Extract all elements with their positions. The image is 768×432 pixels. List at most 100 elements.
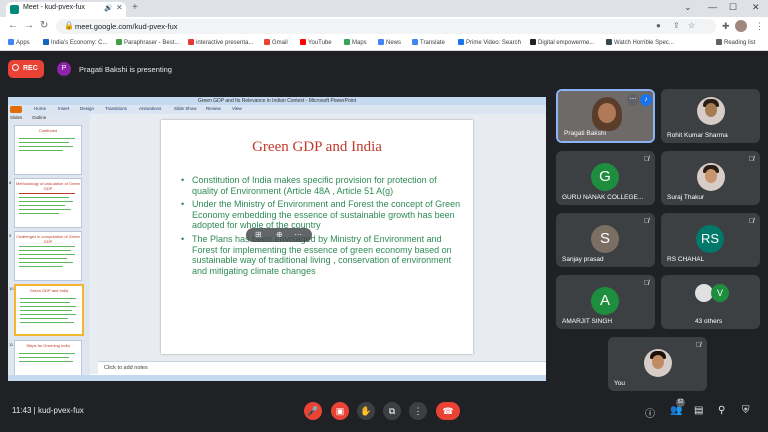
- pin-icon[interactable]: ⊞: [255, 230, 262, 239]
- panel-tab-outline: Outline: [32, 115, 47, 120]
- bookmark-news[interactable]: News: [378, 39, 401, 46]
- bookmark-item[interactable]: Digital empowerme...: [530, 39, 594, 46]
- meeting-details-icon[interactable]: ⓘ: [645, 405, 655, 420]
- participant-name: GURU NANAK COLLEGE...: [562, 194, 644, 201]
- slide-thumbnail-selected: Green GDP and India: [14, 284, 84, 336]
- prime-video-icon: [458, 39, 464, 45]
- bookmarks-bar: Apps India's Economy: C... Paraphraser -…: [0, 37, 768, 51]
- current-slide: Green GDP and India Constitution of Indi…: [161, 120, 473, 354]
- record-dot-icon: [12, 64, 19, 71]
- profile-avatar[interactable]: [735, 20, 747, 32]
- more-options-button[interactable]: ⋮: [409, 402, 427, 420]
- participant-tile-presenter[interactable]: ⋯ ♪ Pragati Bakshi: [556, 89, 655, 143]
- extensions-icon[interactable]: ✚: [722, 21, 730, 32]
- participant-photo: [697, 97, 725, 125]
- minimize-button[interactable]: —: [708, 2, 717, 12]
- self-name: You: [614, 380, 625, 387]
- maximize-button[interactable]: ☐: [729, 2, 737, 13]
- bookmark-favicon-icon: [43, 39, 49, 45]
- leave-call-button[interactable]: ☎: [436, 402, 460, 420]
- slide-thumbnail: Continued: [14, 125, 82, 175]
- bookmark-apps[interactable]: Apps: [8, 39, 30, 46]
- mic-toggle-button[interactable]: 🎤: [304, 402, 322, 420]
- host-controls-icon[interactable]: ⛨: [742, 405, 750, 416]
- present-button[interactable]: ⧉: [383, 402, 401, 420]
- bookmark-youtube[interactable]: YouTube: [300, 39, 332, 46]
- audio-playing-icon[interactable]: 🔊: [104, 4, 113, 12]
- bookmark-maps[interactable]: Maps: [344, 39, 367, 46]
- lock-icon: 🔒: [64, 21, 74, 30]
- participant-name: Sanjay prasad: [562, 256, 604, 263]
- slide-thumbnail: Methodology of calculation of Green GDP: [14, 178, 82, 228]
- ribbon-tab: Insert: [58, 106, 70, 111]
- ribbon-tab: Transitions: [105, 106, 127, 111]
- reload-icon[interactable]: ↻: [40, 20, 48, 31]
- new-tab-button[interactable]: +: [132, 2, 138, 13]
- translate-icon: [412, 39, 418, 45]
- participant-photo: [644, 349, 672, 377]
- bookmark-item[interactable]: Paraphraser - Best...: [116, 39, 179, 46]
- file-tab: [10, 106, 22, 113]
- hang-up-icon: ☎: [442, 406, 454, 416]
- camera-in-use-icon[interactable]: ●: [656, 21, 661, 30]
- zoom-in-icon[interactable]: ⊕: [276, 230, 283, 239]
- raise-hand-button[interactable]: ✋: [357, 402, 375, 420]
- participant-tile[interactable]: RS 🎙̸ RS CHAHAL: [661, 213, 760, 267]
- share-icon[interactable]: ⇪: [673, 21, 680, 30]
- panel-tab-slides: Slides: [10, 115, 23, 120]
- slide-title: Green GDP and India: [252, 139, 382, 155]
- ribbon-tab: View: [232, 106, 242, 111]
- presentation-zoom-controls[interactable]: ⊞ ⊕ ⋯: [246, 228, 312, 242]
- browser-tab[interactable]: Meet - kud-pvex-fux 🔊 ✕: [6, 2, 126, 17]
- others-tile[interactable]: V 43 others: [661, 275, 760, 329]
- slides-panel: Slides Outline Continued 8 Methodology o…: [8, 114, 90, 381]
- slide-bullet: Constitution of India makes specific pro…: [181, 175, 461, 196]
- slide-bullet: Under the Ministry of Environment and Fo…: [181, 199, 461, 231]
- forward-icon[interactable]: →: [24, 20, 34, 31]
- bookmark-translate[interactable]: Translate: [412, 39, 445, 46]
- bookmark-favicon-icon: [606, 39, 612, 45]
- more-icon[interactable]: ⋯: [627, 94, 639, 106]
- reading-list-button[interactable]: Reading list: [716, 39, 755, 46]
- back-icon[interactable]: ←: [8, 20, 18, 31]
- chat-icon[interactable]: ▤: [694, 405, 703, 416]
- bookmark-prime-video[interactable]: Prime Video: Search: [458, 39, 521, 46]
- mic-muted-icon: 🎙̸: [748, 218, 754, 225]
- speaking-icon: ♪: [640, 94, 652, 106]
- mic-muted-icon: 🎙̸: [643, 218, 649, 225]
- presenting-banner: P Pragati Bakshi is presenting: [55, 61, 181, 78]
- present-screen-icon: ⧉: [388, 406, 396, 416]
- maps-icon: [344, 39, 350, 45]
- participant-tile[interactable]: A 🎙̸ AMARJIT SINGH: [556, 275, 655, 329]
- slide-bullet: The Plans has been envisaged by Ministry…: [181, 234, 461, 276]
- menu-icon[interactable]: ⋮: [755, 21, 764, 32]
- meeting-time: 11:43: [12, 406, 32, 415]
- others-count: 43 others: [695, 318, 723, 325]
- activities-icon[interactable]: ⚲: [718, 405, 725, 416]
- tab-search-icon[interactable]: ⌄: [684, 2, 692, 13]
- panel-scrollbar: [90, 114, 98, 374]
- tab-close-icon[interactable]: ✕: [116, 3, 123, 12]
- participant-tile[interactable]: Rohit Kumar Sharma: [661, 89, 760, 143]
- news-icon: [378, 39, 384, 45]
- participant-tile[interactable]: G 🎙̸ GURU NANAK COLLEGE...: [556, 151, 655, 205]
- bookmark-item[interactable]: Watch Horrible Spec...: [606, 39, 674, 46]
- bookmark-item[interactable]: interactive presenta...: [188, 39, 253, 46]
- self-tile[interactable]: 🎙̸ You: [608, 337, 707, 391]
- participant-avatar: RS: [696, 225, 724, 253]
- participant-name: Pragati Bakshi: [564, 130, 606, 137]
- notes-pane: Click to add notes: [98, 361, 546, 376]
- participant-avatar: S: [591, 225, 619, 253]
- bookmark-item[interactable]: India's Economy: C...: [43, 39, 108, 46]
- close-window-button[interactable]: ✕: [752, 2, 760, 13]
- more-options-icon[interactable]: ⋯: [294, 230, 302, 239]
- bookmark-gmail[interactable]: Gmail: [264, 39, 288, 46]
- participant-tile[interactable]: 🎙̸ Suraj Thakur: [661, 151, 760, 205]
- participant-tile[interactable]: S 🎙̸ Sanjay prasad: [556, 213, 655, 267]
- powerpoint-ribbon: Home Insert Design Transitions Animation…: [8, 105, 546, 114]
- url-text: meet.google.com/kud-pvex-fux: [75, 22, 178, 31]
- participant-name: Suraj Thakur: [667, 194, 705, 201]
- bookmark-star-icon[interactable]: ☆: [688, 21, 695, 30]
- address-bar[interactable]: 🔒 meet.google.com/kud-pvex-fux ● ⇪ ☆: [56, 19, 716, 34]
- camera-toggle-button[interactable]: ▣: [331, 402, 349, 420]
